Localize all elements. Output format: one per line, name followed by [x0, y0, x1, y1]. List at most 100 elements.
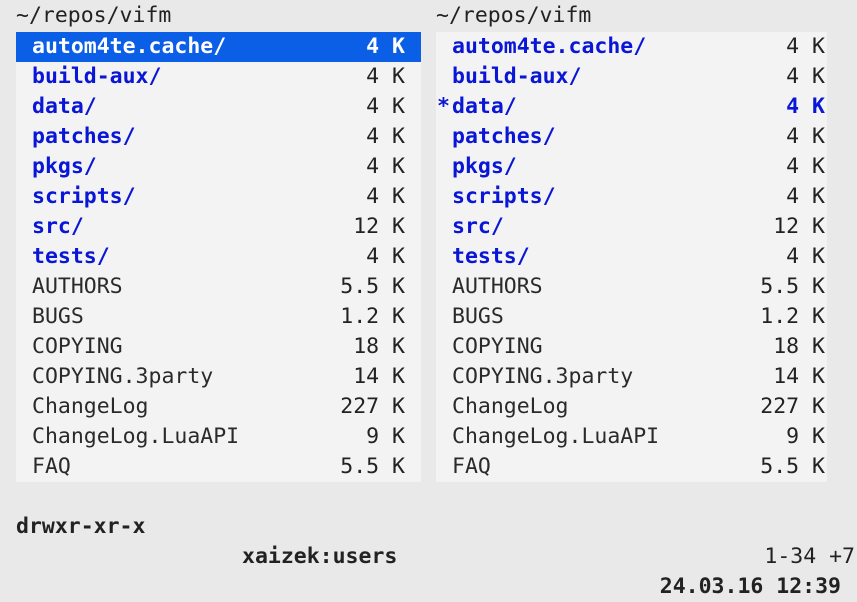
entry-name: tests/ [32, 244, 110, 269]
entry-size: 5.5 K [760, 274, 825, 299]
entry-size: 4 K [366, 154, 405, 179]
left-file-pane[interactable]: autom4te.cache/4 Kbuild-aux/4 Kdata/4 Kp… [16, 32, 421, 482]
selection-mark: * [437, 94, 450, 119]
entry-name: pkgs/ [452, 154, 517, 179]
file-row[interactable]: COPYING.3party 14 K [436, 362, 827, 392]
file-modified-datetime: 24.03.16 12:39 [659, 574, 841, 599]
entry-size: 4 K [366, 94, 405, 119]
entry-name: build-aux/ [452, 64, 582, 89]
entry-name: autom4te.cache/ [32, 34, 227, 59]
entry-size: 4 K [786, 34, 825, 59]
entry-size: 5.5 K [340, 274, 405, 299]
directory-row[interactable]: patches/4 K [16, 122, 421, 152]
directory-row[interactable]: scripts/4 K [436, 182, 827, 212]
entry-name: ChangeLog [32, 394, 149, 419]
status-bar: drwxr-xr-x xaizek:users 24.03.16 12:39 [0, 482, 857, 599]
directory-row[interactable]: build-aux/4 K [16, 62, 421, 92]
entry-name: patches/ [452, 124, 556, 149]
right-pane-path: ~/repos/vifm [436, 3, 592, 28]
entry-size: 4 K [366, 64, 405, 89]
entry-size: 1.2 K [340, 304, 405, 329]
file-row[interactable]: FAQ 5.5 K [436, 452, 827, 482]
entry-size: 4 K [786, 244, 825, 269]
directory-row[interactable]: autom4te.cache/4 K [436, 32, 827, 62]
entry-size: 4 K [366, 124, 405, 149]
directory-row[interactable]: scripts/4 K [16, 182, 421, 212]
directory-row[interactable]: pkgs/4 K [16, 152, 421, 182]
file-row[interactable]: COPYING 18 K [16, 332, 421, 362]
entry-name: src/ [32, 214, 84, 239]
file-owner: xaizek:users [242, 544, 398, 569]
entry-size: 4 K [366, 244, 405, 269]
entry-size: 4 K [786, 124, 825, 149]
entry-size: 9 K [786, 424, 825, 449]
entry-size: 12 K [773, 214, 825, 239]
entry-name: ChangeLog.LuaAPI [32, 424, 240, 449]
entry-name: BUGS [32, 304, 84, 329]
entry-name: AUTHORS [452, 274, 543, 299]
entry-name: scripts/ [452, 184, 556, 209]
file-row[interactable]: AUTHORS 5.5 K [436, 272, 827, 302]
entry-size: 4 K [786, 64, 825, 89]
directory-row[interactable]: src/12 K [436, 212, 827, 242]
entry-size: 4 K [786, 184, 825, 209]
file-row[interactable]: AUTHORS 5.5 K [16, 272, 421, 302]
file-row[interactable]: ChangeLog 227 K [16, 392, 421, 422]
directory-row[interactable]: patches/4 K [436, 122, 827, 152]
entry-name: COPYING.3party [32, 364, 214, 389]
entry-name: data/ [32, 94, 97, 119]
entry-name: patches/ [32, 124, 136, 149]
entry-name: COPYING [452, 334, 543, 359]
entry-size: 14 K [353, 364, 405, 389]
entry-name: ChangeLog [452, 394, 569, 419]
file-row[interactable]: ChangeLog.LuaAPI 9 K [16, 422, 421, 452]
file-row[interactable]: COPYING 18 K [436, 332, 827, 362]
entry-size: 5.5 K [340, 454, 405, 479]
entry-name: AUTHORS [32, 274, 123, 299]
left-pane-path: ~/repos/vifm [16, 3, 172, 28]
entry-size: 227 K [340, 394, 405, 419]
entry-size: 12 K [353, 214, 405, 239]
right-file-pane[interactable]: autom4te.cache/4 Kbuild-aux/4 K * data/4 K… [436, 32, 827, 482]
entry-name: pkgs/ [32, 154, 97, 179]
entry-name: BUGS [452, 304, 504, 329]
file-row[interactable]: ChangeLog 227 K [436, 392, 827, 422]
entry-size: 227 K [760, 394, 825, 419]
directory-row[interactable]: * data/4 K [436, 92, 827, 122]
file-row[interactable]: ChangeLog.LuaAPI 9 K [436, 422, 827, 452]
entry-size: 5.5 K [760, 454, 825, 479]
directory-row[interactable]: data/4 K [16, 92, 421, 122]
entry-name: src/ [452, 214, 504, 239]
file-row[interactable]: FAQ 5.5 K [16, 452, 421, 482]
entry-size: 9 K [366, 424, 405, 449]
entry-name: COPYING [32, 334, 123, 359]
entry-size: 4 K [786, 94, 825, 119]
entry-name: FAQ [32, 454, 71, 479]
entry-size: 1.2 K [760, 304, 825, 329]
entry-name: build-aux/ [32, 64, 162, 89]
entry-size: 4 K [786, 154, 825, 179]
file-row[interactable]: BUGS 1.2 K [16, 302, 421, 332]
list-position-indicator: 1-34 +7 [764, 544, 855, 569]
entry-name: COPYING.3party [452, 364, 634, 389]
entry-name: FAQ [452, 454, 491, 479]
directory-row[interactable]: autom4te.cache/4 K [16, 32, 421, 62]
entry-size: 18 K [353, 334, 405, 359]
entry-name: scripts/ [32, 184, 136, 209]
directory-row[interactable]: tests/4 K [436, 242, 827, 272]
directory-row[interactable]: build-aux/4 K [436, 62, 827, 92]
directory-row[interactable]: src/12 K [16, 212, 421, 242]
entry-name: ChangeLog.LuaAPI [452, 424, 660, 449]
entry-size: 18 K [773, 334, 825, 359]
file-row[interactable]: COPYING.3party 14 K [16, 362, 421, 392]
command-line[interactable]: 1-34 +7 [0, 512, 857, 569]
file-row[interactable]: BUGS 1.2 K [436, 302, 827, 332]
entry-size: 14 K [773, 364, 825, 389]
entry-name: autom4te.cache/ [452, 34, 647, 59]
entry-size: 4 K [366, 34, 405, 59]
directory-row[interactable]: tests/4 K [16, 242, 421, 272]
entry-name: tests/ [452, 244, 530, 269]
directory-row[interactable]: pkgs/4 K [436, 152, 827, 182]
entry-size: 4 K [366, 184, 405, 209]
entry-name: data/ [452, 94, 517, 119]
